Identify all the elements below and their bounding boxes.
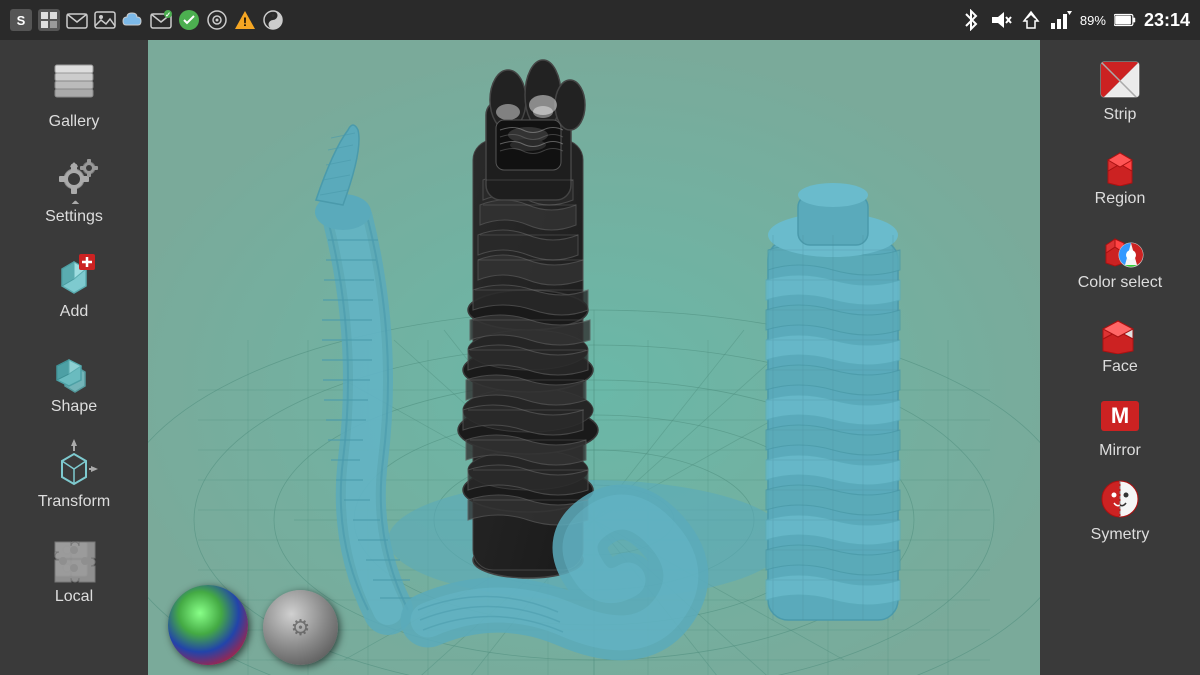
battery-percentage: 89% bbox=[1080, 13, 1106, 28]
material-sphere[interactable]: ⚙ bbox=[263, 590, 338, 665]
target-icon bbox=[206, 9, 228, 31]
right-item-mirror[interactable]: M Mirror bbox=[1048, 384, 1193, 466]
face-icon bbox=[1093, 306, 1148, 356]
right-item-region[interactable]: Region bbox=[1048, 132, 1193, 214]
symetry-icon bbox=[1093, 474, 1148, 524]
status-icons-right: 89% 23:14 bbox=[960, 9, 1190, 31]
shape-icon bbox=[44, 341, 104, 396]
right-item-strip[interactable]: Strip bbox=[1048, 48, 1193, 130]
right-item-color-select[interactable]: Color select bbox=[1048, 216, 1193, 298]
local-label: Local bbox=[55, 588, 93, 606]
symetry-label: Symetry bbox=[1091, 526, 1150, 544]
svg-text:✓: ✓ bbox=[165, 12, 171, 19]
signal-bars-icon bbox=[1050, 9, 1072, 31]
yin-yang-icon bbox=[262, 9, 284, 31]
right-sidebar: Strip Region bbox=[1040, 40, 1200, 675]
svg-text:M: M bbox=[1110, 403, 1128, 428]
mirror-label: Mirror bbox=[1099, 442, 1141, 460]
warning-icon: ! bbox=[234, 9, 256, 31]
gallery-label: Gallery bbox=[49, 113, 100, 131]
svg-text:S: S bbox=[17, 13, 26, 28]
transform-label: Transform bbox=[38, 493, 110, 511]
gallery-icon bbox=[44, 56, 104, 111]
sidebar-item-gallery[interactable]: Gallery bbox=[9, 48, 139, 139]
shape-label: Shape bbox=[51, 398, 97, 416]
local-icon bbox=[44, 531, 104, 586]
face-label: Face bbox=[1102, 358, 1138, 376]
sidebar-item-settings[interactable]: Settings bbox=[9, 143, 139, 234]
grid-icon bbox=[38, 9, 60, 31]
add-label: Add bbox=[60, 303, 88, 321]
mail-icon bbox=[66, 9, 88, 31]
main-viewport[interactable]: ⚙ bbox=[148, 40, 1040, 675]
region-icon bbox=[1093, 138, 1148, 188]
sidebar-item-add[interactable]: Add bbox=[9, 238, 139, 329]
add-icon bbox=[44, 246, 104, 301]
data-signal-icon bbox=[1020, 9, 1042, 31]
cloud-icon bbox=[122, 9, 144, 31]
scene-canvas bbox=[148, 40, 1040, 675]
color-sphere[interactable] bbox=[168, 585, 248, 665]
right-item-face[interactable]: Face bbox=[1048, 300, 1193, 382]
sphere-icon: ⚙ bbox=[291, 615, 311, 641]
color-select-icon bbox=[1093, 222, 1148, 272]
svg-text:!: ! bbox=[243, 15, 247, 29]
sidebar-item-local[interactable]: Local bbox=[9, 523, 139, 614]
sidebar-item-transform[interactable]: Transform bbox=[9, 428, 139, 519]
bluetooth-icon bbox=[960, 9, 982, 31]
status-time: 23:14 bbox=[1144, 10, 1190, 31]
color-select-label: Color select bbox=[1078, 274, 1162, 292]
strip-label: Strip bbox=[1104, 106, 1137, 124]
settings-icon bbox=[44, 151, 104, 206]
s-icon: S bbox=[10, 9, 32, 31]
status-bar: S bbox=[0, 0, 1200, 40]
settings-label: Settings bbox=[45, 208, 103, 226]
check-circle-icon bbox=[178, 9, 200, 31]
volume-mute-icon bbox=[990, 9, 1012, 31]
right-item-symetry[interactable]: Symetry bbox=[1048, 468, 1193, 550]
left-sidebar: Gallery bbox=[0, 40, 148, 675]
sidebar-item-shape[interactable]: Shape bbox=[9, 333, 139, 424]
battery-icon bbox=[1114, 9, 1136, 31]
strip-icon bbox=[1093, 54, 1148, 104]
mirror-icon: M bbox=[1093, 390, 1148, 440]
transform-icon bbox=[44, 436, 104, 491]
status-icons-left: S bbox=[10, 9, 284, 31]
mail2-icon: ✓ bbox=[150, 9, 172, 31]
image-icon bbox=[94, 9, 116, 31]
region-label: Region bbox=[1095, 190, 1146, 208]
